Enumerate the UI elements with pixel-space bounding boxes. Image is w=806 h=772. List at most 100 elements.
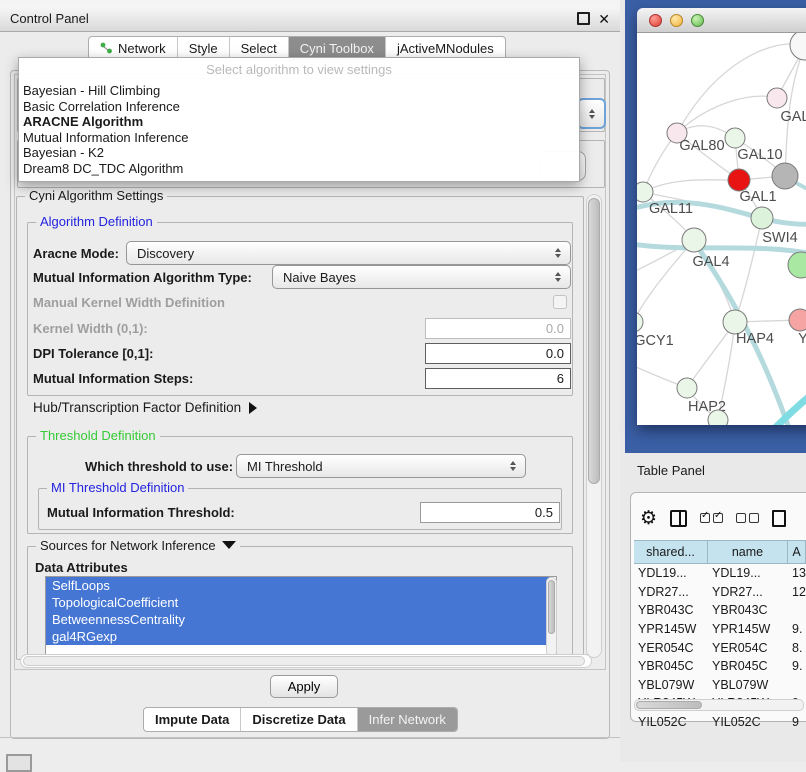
attribute-list-item[interactable]: TopologicalCoefficient <box>46 594 550 611</box>
select-all-icon[interactable] <box>700 513 723 523</box>
table-row[interactable]: YER054CYER054C8. <box>634 638 806 657</box>
network-node[interactable] <box>637 312 643 332</box>
table-row[interactable]: YPR145WYPR145W9. <box>634 620 806 639</box>
network-node-label: GAL11 <box>649 201 693 217</box>
table-hscrollbar[interactable] <box>634 699 804 711</box>
dropdown-placeholder: Select algorithm to view settings <box>19 58 579 83</box>
network-node[interactable] <box>751 207 773 229</box>
table-cell: YBL079W <box>708 678 788 692</box>
sources-group-title: Sources for Network Inference <box>36 538 240 553</box>
apply-button[interactable]: Apply <box>270 675 338 698</box>
settings-hscrollbar[interactable] <box>20 654 592 668</box>
network-view-window: GALGAL80GAL10GAL1GAL11SWI4GAL4GCY1HAP4YH… <box>637 8 806 425</box>
table-header-cell[interactable]: shared... <box>634 541 708 563</box>
table-cell: YER054C <box>634 641 708 655</box>
dropdown-item[interactable]: Basic Correlation Inference <box>19 99 579 115</box>
kernel-width-field[interactable]: 0.0 <box>425 318 571 339</box>
deselect-all-icon[interactable] <box>736 513 759 523</box>
export-table-icon[interactable] <box>772 510 786 527</box>
table-cell: YPR145W <box>634 622 708 636</box>
table-cell: YBR045C <box>708 659 788 673</box>
table-cell: YDR27... <box>634 585 708 599</box>
attribute-list-item[interactable]: BetweennessCentrality <box>46 611 550 628</box>
network-node[interactable] <box>728 169 750 191</box>
dropdown-item[interactable]: Bayesian - Hill Climbing <box>19 83 579 99</box>
settings-vscrollbar-thumb[interactable] <box>588 198 600 484</box>
dropdown-item[interactable]: ARACNE Algorithm <box>19 114 579 130</box>
table-row[interactable]: YBL079WYBL079W <box>634 676 806 695</box>
mi-threshold-field[interactable]: 0.5 <box>420 502 560 523</box>
table-header-cell[interactable]: A <box>788 541 806 563</box>
network-node-label: HAP4 <box>736 331 774 347</box>
network-node-label: GAL10 <box>737 147 782 163</box>
hub-definition-toggle[interactable]: Hub/Transcription Factor Definition <box>33 400 257 415</box>
dropdown-item[interactable]: Mutual Information Inference <box>19 130 579 146</box>
table-cell: YBR043C <box>634 603 708 617</box>
network-node[interactable] <box>789 309 806 331</box>
mi-threshold-group-title: MI Threshold Definition <box>47 480 188 495</box>
columns-icon[interactable] <box>670 510 687 527</box>
network-node[interactable] <box>677 378 697 398</box>
table-row[interactable]: YDL19...YDL19...13 <box>634 564 806 583</box>
table-cell: YBL079W <box>634 678 708 692</box>
mi-steps-label: Mutual Information Steps: <box>33 371 193 386</box>
panel-title: Control Panel <box>10 11 89 26</box>
table-row[interactable]: YDR27...YDR27...12 <box>634 583 806 602</box>
table-cell: 8. <box>788 641 806 655</box>
float-panel-icon[interactable] <box>577 12 590 25</box>
network-node[interactable] <box>682 228 706 252</box>
network-node[interactable] <box>772 163 798 189</box>
tab-impute-data[interactable]: Impute Data <box>144 708 241 731</box>
network-node[interactable] <box>767 88 787 108</box>
table-header-row: shared...nameA <box>634 540 806 564</box>
minimize-window-icon[interactable] <box>670 14 683 27</box>
aracne-mode-combobox[interactable]: Discovery <box>126 241 571 265</box>
network-edge[interactable] <box>735 218 762 322</box>
network-node[interactable] <box>725 128 745 148</box>
network-node-label: SWI4 <box>762 230 797 246</box>
attribute-list-item[interactable]: SelfLoops <box>46 577 550 594</box>
algorithm-combobox-partial[interactable] <box>577 98 606 129</box>
gear-icon[interactable]: ⚙ <box>640 509 657 528</box>
network-node-label: GAL80 <box>679 138 724 154</box>
table-toolbar: ⚙ <box>640 502 800 534</box>
minimized-panel-icon[interactable] <box>6 754 32 772</box>
mi-type-combobox[interactable]: Naive Bayes <box>272 265 571 289</box>
table-row[interactable]: YBR045CYBR045C9. <box>634 657 806 676</box>
settings-group-title: Cyni Algorithm Settings <box>25 188 167 203</box>
table-row[interactable]: YBR043CYBR043C <box>634 601 806 620</box>
network-node-label: GAL1 <box>739 189 776 205</box>
attributes-vscrollbar[interactable] <box>546 577 557 657</box>
network-edge[interactable] <box>637 240 694 322</box>
zoom-window-icon[interactable] <box>691 14 704 27</box>
network-canvas[interactable]: GALGAL80GAL10GAL1GAL11SWI4GAL4GCY1HAP4YH… <box>637 33 806 425</box>
stepper-icon <box>555 248 561 258</box>
network-edge[interactable] <box>643 180 739 192</box>
close-panel-icon[interactable]: ✕ <box>598 12 610 26</box>
tab-discretize-data[interactable]: Discretize Data <box>241 708 357 731</box>
table-cell: YPR145W <box>708 622 788 636</box>
attribute-list-item[interactable]: gal4RGexp <box>46 628 550 645</box>
close-window-icon[interactable] <box>649 14 662 27</box>
which-threshold-combobox[interactable]: MI Threshold <box>236 454 526 478</box>
network-node[interactable] <box>788 252 806 278</box>
network-node[interactable] <box>637 182 653 202</box>
table-cell: 9. <box>788 622 806 636</box>
mi-steps-field[interactable]: 6 <box>425 368 571 389</box>
table-header-cell[interactable]: name <box>708 541 788 563</box>
data-attributes-list[interactable]: SelfLoopsTopologicalCoefficientBetweenne… <box>45 576 557 658</box>
tab-infer-network[interactable]: Infer Network <box>358 708 457 731</box>
network-window-titlebar[interactable] <box>637 8 806 33</box>
table-cell: 9. <box>788 659 806 673</box>
dropdown-item[interactable]: Dream8 DC_TDC Algorithm <box>19 161 579 177</box>
dpi-tolerance-field[interactable]: 0.0 <box>425 343 571 364</box>
network-node[interactable] <box>708 410 728 425</box>
algorithm-definition-title: Algorithm Definition <box>36 214 157 229</box>
kernel-width-label: Kernel Width (0,1): <box>33 321 148 336</box>
manual-kernel-checkbox[interactable] <box>553 295 567 309</box>
table-row[interactable]: YIL052CYIL052C9 <box>634 713 806 732</box>
dropdown-item[interactable]: Bayesian - K2 <box>19 145 579 161</box>
network-node-label: GCY1 <box>637 333 674 349</box>
settings-vscrollbar[interactable] <box>586 194 602 658</box>
network-node[interactable] <box>790 33 806 60</box>
